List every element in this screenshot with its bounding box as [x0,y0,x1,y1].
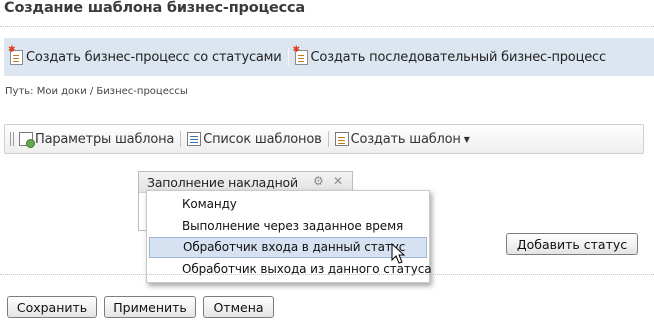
title-divider [0,26,654,27]
create-status-bp-label: Создать бизнес-процесс со статусами [26,49,282,65]
close-icon[interactable]: ✕ [333,174,343,188]
toolbar-grip [10,132,14,146]
action-bar: ✱ Создать бизнес-процесс со статусами ✱ … [4,38,654,76]
create-status-bp-link[interactable]: ✱ Создать бизнес-процесс со статусами [8,45,282,65]
apply-button[interactable]: Применить [104,296,196,318]
mouse-cursor-icon [391,243,406,264]
save-button[interactable]: Сохранить [7,296,97,318]
status-title: Заполнение накладной [147,175,298,190]
context-menu: Команду Выполнение через заданное время … [146,190,432,283]
template-params-label: Параметры шаблона [35,131,175,147]
template-toolbar: Параметры шаблона Список шаблонов Создат… [4,124,644,154]
cancel-button[interactable]: Отмена [203,296,274,318]
footer-divider [0,274,654,275]
gear-icon[interactable]: ⚙ [313,174,324,188]
toolbar-separator [180,131,182,147]
toolbar-separator [327,131,329,147]
list-icon [187,132,202,146]
settings-doc-icon [19,132,35,148]
action-separator [287,48,289,66]
create-sequential-bp-link[interactable]: ✱ Создать последовательный бизнес-процес… [293,45,607,65]
add-status-button[interactable]: Добавить статус [506,233,638,255]
doc-new-icon: ✱ [293,45,308,65]
chevron-down-icon: ▼ [463,134,470,144]
template-params-button[interactable]: Параметры шаблона [19,131,175,148]
menu-item-command[interactable]: Команду [149,194,427,215]
doc-new-icon: ✱ [8,45,23,65]
create-template-label: Создать шаблон [350,131,461,147]
breadcrumb: Путь: Мои доки / Бизнес-процессы [5,86,188,97]
template-list-label: Список шаблонов [203,131,322,147]
menu-item-delay[interactable]: Выполнение через заданное время [149,216,427,237]
create-template-button[interactable]: Создать шаблон ▼ [334,131,470,147]
template-list-button[interactable]: Список шаблонов [187,131,322,147]
menu-item-exit-handler[interactable]: Обработчик выхода из данного статуса [149,259,432,280]
doc-new-icon [334,132,349,146]
create-sequential-bp-label: Создать последовательный бизнес-процесс [310,49,607,65]
page-title: Создание шаблона бизнес-процесса [4,0,306,16]
menu-item-enter-handler[interactable]: Обработчик входа в данный статус [149,237,427,258]
